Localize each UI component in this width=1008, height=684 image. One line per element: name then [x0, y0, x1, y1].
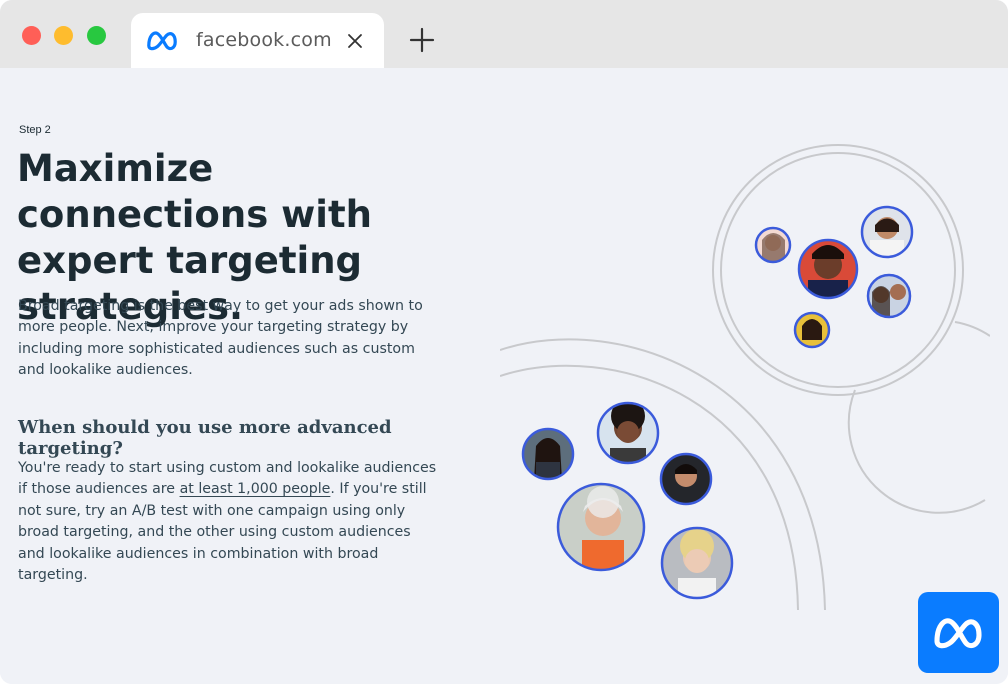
avatar: [659, 452, 713, 506]
avatar: [556, 482, 646, 572]
avatar: [660, 526, 734, 600]
arc-right: [847, 389, 986, 514]
audience-size-link[interactable]: at least 1,000 people: [180, 481, 331, 497]
avatar: [793, 311, 831, 349]
step-label: Step 2: [19, 124, 51, 136]
tab-title: facebook.com: [196, 29, 332, 51]
avatar: [797, 238, 859, 300]
maximize-window-button[interactable]: [87, 26, 106, 45]
audience-illustration: [500, 144, 990, 610]
close-icon[interactable]: [345, 31, 365, 51]
avatar: [866, 273, 912, 319]
section-heading: When should you use more advanced target…: [18, 417, 392, 459]
meta-logo-icon: [147, 31, 177, 51]
plus-icon[interactable]: [408, 26, 436, 54]
minimize-window-button[interactable]: [54, 26, 73, 45]
meta-badge[interactable]: [918, 592, 999, 673]
meta-logo-icon: [934, 618, 982, 649]
body-paragraph: You're ready to start using custom and l…: [18, 458, 438, 586]
browser-window: facebook.com Step 2 Maximize connections…: [0, 0, 1008, 684]
title-bar: facebook.com: [0, 0, 1008, 69]
avatar: [521, 427, 575, 481]
browser-tab[interactable]: facebook.com: [131, 13, 384, 69]
avatar: [860, 205, 914, 259]
page-content: Step 2 Maximize connections with expert …: [0, 68, 1008, 684]
arc-right-top: [954, 321, 990, 337]
intro-paragraph: Broad targeting is the best way to get y…: [18, 298, 423, 378]
avatar: [596, 401, 660, 465]
arc-large-inner: [500, 364, 799, 610]
avatar: [754, 226, 792, 264]
close-window-button[interactable]: [22, 26, 41, 45]
